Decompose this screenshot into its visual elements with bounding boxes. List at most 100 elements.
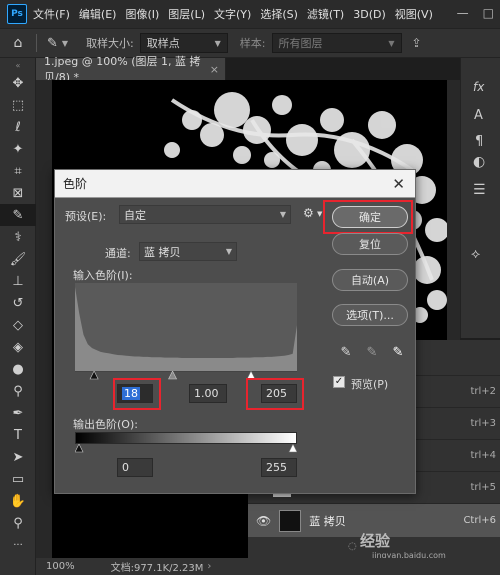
layer-shortcut: Ctrl+6 <box>463 515 496 526</box>
options-button[interactable]: 选项(T)... <box>332 304 408 326</box>
properties-icon[interactable]: ☰ <box>473 182 486 198</box>
output-black-value: 0 <box>122 461 129 474</box>
output-slider[interactable] <box>75 444 297 454</box>
divider <box>36 34 37 52</box>
photoshop-logo: Ps <box>7 4 27 24</box>
chevron-down-icon: ▼ <box>214 38 221 48</box>
menu-bar: Ps 文件(F) 编辑(E) 图像(I) 图层(L) 文字(Y) 选择(S) 滤… <box>0 0 500 28</box>
home-icon[interactable]: ⌂ <box>0 35 36 51</box>
output-black-handle[interactable] <box>75 444 84 453</box>
preview-checkbox[interactable]: ✓ <box>333 376 345 388</box>
channel-value: 蓝 拷贝 <box>144 245 181 259</box>
eraser-tool-icon[interactable]: ◇ <box>0 314 36 336</box>
options-button-label: 选项(T)... <box>346 309 394 322</box>
preset-value: 自定 <box>124 208 146 222</box>
menu-image[interactable]: 图像(I) <box>125 6 159 22</box>
menu-filter[interactable]: 滤镜(T) <box>307 6 344 22</box>
status-bar: 100% 文档:977.1K/2.23M › <box>36 558 500 575</box>
type-tool-icon[interactable]: T <box>0 424 36 446</box>
lasso-tool-icon[interactable]: ℓ <box>0 116 36 138</box>
document-tab[interactable]: 1.jpeg @ 100% (图层 1, 蓝 拷贝/8) * × <box>36 55 226 84</box>
preset-dropdown[interactable]: 自定 ▼ <box>119 205 291 224</box>
history-brush-tool-icon[interactable]: ↺ <box>0 292 36 314</box>
character-icon[interactable]: A <box>474 108 483 123</box>
reset-button[interactable]: 复位 <box>332 233 408 255</box>
eyedropper-tool-icon[interactable]: ✎ <box>0 204 36 226</box>
right-panel-strip: fx A ¶ ◐ ☰ ⟡ <box>460 58 500 338</box>
output-white-field[interactable]: 255 <box>261 458 297 477</box>
preview-label: 预览(P) <box>351 378 389 391</box>
menu-select[interactable]: 选择(S) <box>260 6 298 22</box>
sample-size-value: 取样点 <box>146 37 180 50</box>
minimize-icon[interactable]: — <box>457 6 469 20</box>
brush-tool-icon[interactable]: 🖌 <box>0 248 36 270</box>
channel-dropdown[interactable]: 蓝 拷贝 ▼ <box>139 242 237 261</box>
dialog-title-bar: 色阶 ✕ <box>55 170 415 198</box>
share-icon[interactable]: ⇪ <box>412 36 422 50</box>
eyedropper-icon[interactable]: ✎ <box>47 36 58 51</box>
highlight-box-white <box>246 378 304 410</box>
input-gamma-field[interactable]: 1.00 <box>189 384 227 403</box>
highlight-box-ok <box>323 200 413 234</box>
black-point-eyedropper-icon[interactable]: ✎ <box>339 344 353 360</box>
path-selection-tool-icon[interactable]: ➤ <box>0 446 36 468</box>
levels-dialog: 色阶 ✕ 预设(E): 自定 ▼ ⚙ ▼ 通道: 蓝 拷贝 ▼ 输入色阶(I):… <box>54 169 416 494</box>
clone-stamp-tool-icon[interactable]: ⊥ <box>0 270 36 292</box>
input-gamma-handle[interactable] <box>168 371 178 380</box>
menu-file[interactable]: 文件(F) <box>33 6 70 22</box>
maximize-icon[interactable]: □ <box>483 6 494 20</box>
magic-wand-tool-icon[interactable]: ✦ <box>0 138 36 160</box>
paint-bucket-tool-icon[interactable]: ◈ <box>0 336 36 358</box>
sample-value: 所有图层 <box>278 37 323 50</box>
chevron-down-icon[interactable]: ▼ <box>62 39 68 48</box>
more-tools-icon[interactable]: ··· <box>0 534 36 556</box>
layer-shortcut: trl+2 <box>470 386 496 397</box>
sample-size-dropdown[interactable]: 取样点 ▼ <box>139 33 228 53</box>
fx-icon[interactable]: fx <box>473 80 484 94</box>
menu-type[interactable]: 文字(Y) <box>214 6 251 22</box>
output-levels-label: 输出色阶(O): <box>73 418 138 431</box>
sample-dropdown[interactable]: 所有图层 ▼ <box>271 33 402 53</box>
move-tool-icon[interactable]: ✥ <box>0 72 36 94</box>
menu-3d[interactable]: 3D(D) <box>353 8 386 21</box>
healing-brush-tool-icon[interactable]: ⚕ <box>0 226 36 248</box>
sample-label: 样本: <box>239 37 266 50</box>
chevron-right-icon[interactable]: › <box>207 561 211 572</box>
adjustments-icon[interactable]: ◐ <box>473 154 485 170</box>
zoom-level[interactable]: 100% <box>46 561 75 572</box>
gray-point-eyedropper-icon[interactable]: ✎ <box>365 344 379 360</box>
output-black-field[interactable]: 0 <box>117 458 153 477</box>
menu-edit[interactable]: 编辑(E) <box>79 6 117 22</box>
eye-icon[interactable]: 👁 <box>256 514 271 528</box>
highlight-box-black <box>113 378 161 410</box>
preset-options-icon[interactable]: ⚙ <box>303 206 314 220</box>
crop-tool-icon[interactable]: ⌗ <box>0 160 36 182</box>
close-icon[interactable]: ✕ <box>392 175 405 193</box>
menu-layer[interactable]: 图层(L) <box>168 6 205 22</box>
dodge-tool-icon[interactable]: ⚲ <box>0 380 36 402</box>
sample-size-label: 取样大小: <box>86 37 134 50</box>
output-white-handle[interactable] <box>288 444 297 453</box>
close-tab-icon[interactable]: × <box>210 63 219 76</box>
paths-icon[interactable]: ⟡ <box>471 246 480 262</box>
chevron-down-icon[interactable]: ▼ <box>317 210 322 218</box>
document-info: 文档:977.1K/2.23M <box>110 563 204 574</box>
pen-tool-icon[interactable]: ✒ <box>0 402 36 424</box>
menu-view[interactable]: 视图(V) <box>395 6 433 22</box>
hand-tool-icon[interactable]: ✋ <box>0 490 36 512</box>
channel-label: 通道: <box>105 247 131 260</box>
marquee-tool-icon[interactable]: ⬚ <box>0 94 36 116</box>
reset-button-label: 复位 <box>359 238 381 251</box>
zoom-tool-icon[interactable]: ⚲ <box>0 512 36 534</box>
chevron-down-icon: ▼ <box>279 210 286 219</box>
white-point-eyedropper-icon[interactable]: ✎ <box>391 344 405 360</box>
auto-button[interactable]: 自动(A) <box>332 269 408 291</box>
rectangle-tool-icon[interactable]: ▭ <box>0 468 36 490</box>
blur-tool-icon[interactable]: ● <box>0 358 36 380</box>
frame-tool-icon[interactable]: ⊠ <box>0 182 36 204</box>
input-black-handle[interactable] <box>89 371 99 380</box>
collapse-icon[interactable]: « <box>0 58 36 72</box>
layer-shortcut: trl+5 <box>470 482 496 493</box>
layers-footer-icon[interactable]: ◌ <box>348 541 357 552</box>
paragraph-icon[interactable]: ¶ <box>475 134 483 149</box>
